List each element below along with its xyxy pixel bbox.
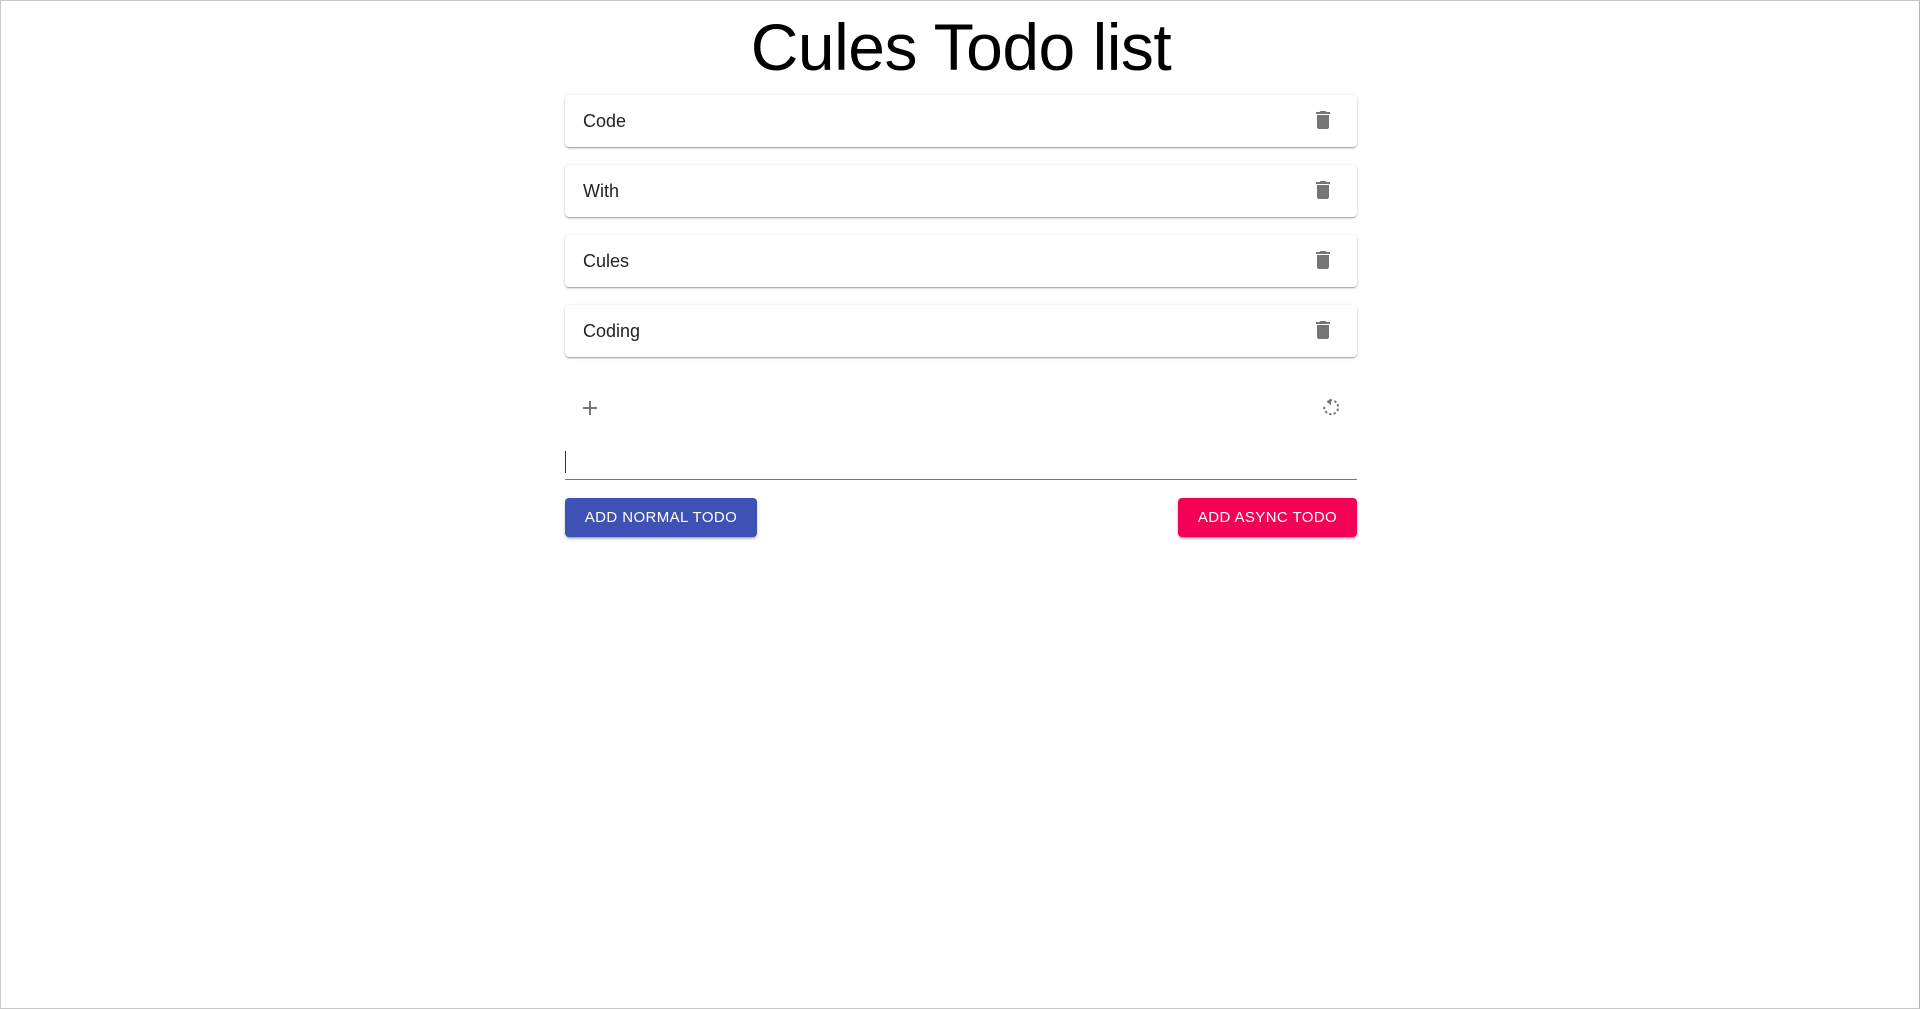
todo-list: Code With Cules Coding	[565, 95, 1357, 357]
delete-todo-button[interactable]	[1305, 103, 1341, 139]
todo-label: With	[583, 181, 619, 201]
refresh-icon	[1319, 396, 1343, 423]
todo-app: Cules Todo list Code With Cules Coding A…	[565, 1, 1357, 538]
todo-item: Cules	[565, 235, 1357, 287]
todo-label: Coding	[583, 321, 641, 341]
text-caret	[565, 451, 566, 473]
page-title: Cules Todo list	[750, 10, 1172, 84]
todo-actions-row	[565, 375, 1357, 445]
delete-todo-button[interactable]	[1305, 173, 1341, 209]
todo-label: Code	[583, 111, 627, 131]
todo-input-wrapper	[565, 445, 1357, 480]
todo-item: With	[565, 165, 1357, 217]
trash-icon	[1311, 178, 1335, 205]
plus-icon	[578, 396, 602, 423]
refresh-todos-button[interactable]	[1313, 391, 1349, 427]
add-normal-todo-button[interactable]: Add Normal Todo	[565, 498, 757, 537]
todo-input[interactable]	[565, 447, 1357, 475]
todo-label: Cules	[583, 251, 630, 271]
add-async-todo-button[interactable]: Add Async Todo	[1178, 498, 1357, 537]
trash-icon	[1311, 318, 1335, 345]
trash-icon	[1311, 108, 1335, 135]
todo-item: Coding	[565, 305, 1357, 357]
trash-icon	[1311, 248, 1335, 275]
add-buttons-row: Add Normal Todo Add Async Todo	[565, 498, 1357, 538]
delete-todo-button[interactable]	[1305, 313, 1341, 349]
todo-item: Code	[565, 95, 1357, 147]
add-todo-icon-button[interactable]	[572, 391, 608, 427]
browser-viewport: Cules Todo list Code With Cules Coding A…	[0, 0, 1920, 1009]
delete-todo-button[interactable]	[1305, 243, 1341, 279]
